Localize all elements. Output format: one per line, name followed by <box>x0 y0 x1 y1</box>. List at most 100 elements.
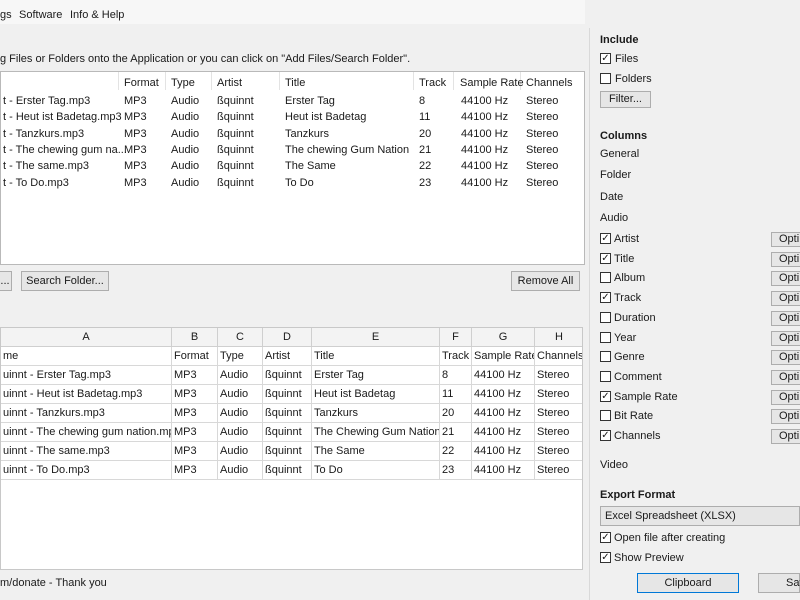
spreadsheet-cell[interactable]: uinnt - Erster Tag.mp3 <box>1 366 172 385</box>
spreadsheet-column-header[interactable]: D <box>263 328 312 347</box>
spreadsheet-cell[interactable]: Audio <box>218 423 263 442</box>
column-checkbox-label[interactable]: Year <box>614 332 636 344</box>
spreadsheet-cell[interactable]: 44100 Hz <box>472 423 535 442</box>
spreadsheet-cell[interactable]: Track <box>440 347 472 366</box>
spreadsheet-cell[interactable]: ßquinnt <box>263 366 312 385</box>
file-row[interactable]: t - Heut ist Badetag.mp3 MP3 Audio ßquinnt H… <box>1 111 584 127</box>
spreadsheet-cell[interactable]: Erster Tag <box>312 366 440 385</box>
column-options-button[interactable]: Opti <box>771 271 800 287</box>
files-table-header-sample-rate[interactable]: Sample Rate <box>454 72 524 90</box>
column-checkbox[interactable] <box>600 351 611 363</box>
spreadsheet-cell[interactable]: 11 <box>440 385 472 404</box>
menu-settings[interactable]: gs <box>0 9 12 21</box>
spreadsheet-cell[interactable]: To Do <box>312 461 440 480</box>
column-checkbox[interactable]: ✓ <box>600 292 611 304</box>
open-after-label[interactable]: Open file after creating <box>614 532 725 544</box>
spreadsheet-cell[interactable]: Title <box>312 347 440 366</box>
spreadsheet-cell[interactable]: 44100 Hz <box>472 366 535 385</box>
spreadsheet-cell[interactable]: uinnt - The chewing gum nation.mp3 <box>1 423 172 442</box>
spreadsheet-cell[interactable]: Stereo <box>535 404 582 423</box>
spreadsheet-cell[interactable]: Heut ist Badetag <box>312 385 440 404</box>
column-checkbox-label[interactable]: Genre <box>614 351 645 363</box>
show-preview-checkbox[interactable]: ✓ <box>600 552 611 563</box>
spreadsheet-cell[interactable]: MP3 <box>172 366 218 385</box>
file-row[interactable]: t - Tanzkurs.mp3 MP3 Audio ßquinnt Tanzkurs 2… <box>1 128 584 144</box>
spreadsheet-cell[interactable]: The Chewing Gum Nation <box>312 423 440 442</box>
spreadsheet-cell[interactable]: ßquinnt <box>263 442 312 461</box>
spreadsheet-cell[interactable]: ßquinnt <box>263 461 312 480</box>
menu-software[interactable]: Software <box>19 9 62 21</box>
files-table-header-track[interactable]: Track <box>414 72 454 90</box>
spreadsheet-cell[interactable]: Stereo <box>535 442 582 461</box>
save-button[interactable]: Sav <box>758 573 800 593</box>
files-table-header-name[interactable] <box>1 72 119 90</box>
spreadsheet-cell[interactable]: ßquinnt <box>263 385 312 404</box>
column-options-button[interactable]: Opti <box>771 232 800 247</box>
files-table-header-format[interactable]: Format <box>119 72 166 90</box>
spreadsheet-cell[interactable]: 21 <box>440 423 472 442</box>
spreadsheet-column-header[interactable]: B <box>172 328 218 347</box>
column-checkbox[interactable] <box>600 410 611 422</box>
column-checkbox[interactable] <box>600 370 611 382</box>
file-row[interactable]: t - The same.mp3 MP3 Audio ßquinnt The Same 2… <box>1 160 584 176</box>
spreadsheet-cell[interactable]: MP3 <box>172 404 218 423</box>
column-options-button[interactable]: Opti <box>771 409 800 425</box>
files-table-header-channels[interactable]: Channels <box>521 72 584 90</box>
spreadsheet-cell[interactable]: uinnt - To Do.mp3 <box>1 461 172 480</box>
column-checkbox-label[interactable]: Track <box>614 292 641 304</box>
column-checkbox-label[interactable]: Title <box>614 253 634 265</box>
column-checkbox-label[interactable]: Comment <box>614 371 662 383</box>
column-options-button[interactable]: Opti <box>771 310 800 326</box>
spreadsheet-cell[interactable]: 44100 Hz <box>472 385 535 404</box>
spreadsheet-cell[interactable]: uinnt - Heut ist Badetag.mp3 <box>1 385 172 404</box>
column-checkbox[interactable] <box>600 311 611 323</box>
spreadsheet-cell[interactable]: Stereo <box>535 385 582 404</box>
spreadsheet-column-header[interactable]: C <box>218 328 263 347</box>
spreadsheet-cell[interactable]: 44100 Hz <box>472 461 535 480</box>
files-table-header-artist[interactable]: Artist <box>212 72 280 90</box>
file-row[interactable]: t - Erster Tag.mp3 MP3 Audio ßquinnt Erster … <box>1 95 584 111</box>
folders-checkbox[interactable] <box>600 73 611 84</box>
file-row[interactable]: t - The chewing gum na... MP3 Audio ßquinnt… <box>1 144 584 160</box>
column-checkbox[interactable] <box>600 331 611 343</box>
spreadsheet-cell[interactable]: Format <box>172 347 218 366</box>
column-checkbox[interactable]: ✓ <box>600 252 611 264</box>
column-checkbox-label[interactable]: Duration <box>614 312 656 324</box>
column-checkbox[interactable]: ✓ <box>600 390 611 402</box>
spreadsheet-cell[interactable]: Audio <box>218 366 263 385</box>
files-table-header-title[interactable]: Title <box>280 72 414 90</box>
spreadsheet-cell[interactable]: 23 <box>440 461 472 480</box>
spreadsheet-column-header[interactable]: A <box>1 328 172 347</box>
files-checkbox-label[interactable]: Files <box>615 53 638 65</box>
column-checkbox-label[interactable]: Sample Rate <box>614 391 678 403</box>
menu-info-help[interactable]: Info & Help <box>70 9 124 21</box>
column-options-button[interactable]: Opti <box>771 389 800 405</box>
spreadsheet-cell[interactable]: Stereo <box>535 461 582 480</box>
spreadsheet-cell[interactable]: me <box>1 347 172 366</box>
spreadsheet-cell[interactable]: Stereo <box>535 366 582 385</box>
export-format-dropdown[interactable]: Excel Spreadsheet (XLSX) <box>600 506 800 526</box>
spreadsheet-cell[interactable]: uinnt - The same.mp3 <box>1 442 172 461</box>
spreadsheet-cell[interactable]: Audio <box>218 442 263 461</box>
file-row[interactable]: t - To Do.mp3 MP3 Audio ßquinnt To Do 23 44100… <box>1 177 584 193</box>
spreadsheet-cell[interactable]: Sample Rate <box>472 347 535 366</box>
spreadsheet-cell[interactable]: The Same <box>312 442 440 461</box>
clipboard-button[interactable]: Clipboard <box>637 573 739 593</box>
spreadsheet-cell[interactable]: 8 <box>440 366 472 385</box>
spreadsheet-column-header[interactable]: F <box>440 328 472 347</box>
spreadsheet-cell[interactable]: Stereo <box>535 423 582 442</box>
column-checkbox-label[interactable]: Artist <box>614 233 639 245</box>
column-checkbox-label[interactable]: Channels <box>614 430 660 442</box>
files-checkbox[interactable]: ✓ <box>600 53 611 64</box>
spreadsheet-cell[interactable]: Channels <box>535 347 582 366</box>
spreadsheet-cell[interactable]: Tanzkurs <box>312 404 440 423</box>
spreadsheet-cell[interactable]: MP3 <box>172 461 218 480</box>
spreadsheet-cell[interactable]: 44100 Hz <box>472 404 535 423</box>
column-options-button[interactable]: Opti <box>771 330 800 346</box>
spreadsheet-cell[interactable]: MP3 <box>172 442 218 461</box>
column-checkbox-label[interactable]: Bit Rate <box>614 410 653 422</box>
filter-button[interactable]: Filter... <box>600 91 651 108</box>
column-options-button[interactable]: Opti <box>771 291 800 307</box>
spreadsheet-cell[interactable]: 22 <box>440 442 472 461</box>
spreadsheet-column-header[interactable]: H <box>535 328 582 347</box>
